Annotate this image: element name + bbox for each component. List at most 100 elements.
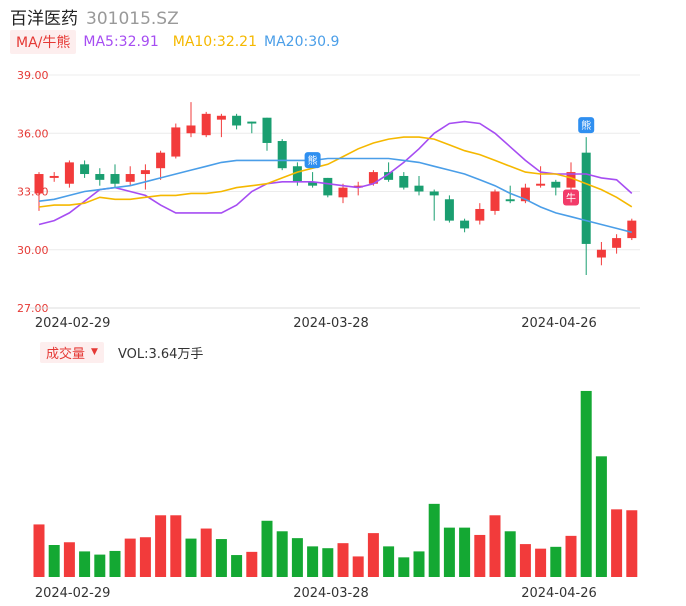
volume-bar bbox=[428, 503, 440, 577]
stock-kline-screen: 百洋医药 301015.SZ MA/牛熊 MA5:32.91 MA10:32.2… bbox=[0, 0, 686, 606]
volume-chart[interactable]: 2024-02-29 2024-03-28 2024-04-26 bbox=[0, 370, 686, 606]
candle-body bbox=[536, 183, 546, 186]
volume-bar bbox=[291, 538, 303, 577]
volume-bar bbox=[94, 554, 106, 577]
x-tick-label: 2024-04-26 bbox=[521, 316, 597, 330]
candle-body bbox=[80, 164, 90, 175]
volume-bar bbox=[535, 548, 547, 577]
candle-body bbox=[414, 185, 424, 192]
volume-bar bbox=[215, 539, 227, 577]
caret-down-icon: ▼ bbox=[91, 347, 98, 357]
bear-marker-icon: 熊 bbox=[578, 117, 595, 134]
volume-bar bbox=[276, 531, 288, 577]
volume-indicator-button[interactable]: 成交量 ▼ bbox=[40, 341, 104, 363]
candle-body bbox=[49, 175, 59, 178]
volume-bar bbox=[155, 515, 167, 577]
volume-bar bbox=[611, 509, 623, 577]
candle-body bbox=[95, 174, 105, 180]
volume-bar bbox=[337, 543, 349, 577]
price-chart[interactable]: 39.0036.0033.0030.0027.00熊熊牛2024-02-29 20… bbox=[0, 60, 686, 330]
svg-text:熊: 熊 bbox=[308, 154, 318, 167]
candle-body bbox=[232, 115, 242, 126]
x-tick-label: 2024-04-26 bbox=[521, 586, 597, 601]
candle-body bbox=[323, 177, 333, 196]
candle-body bbox=[262, 117, 272, 143]
volume-bar bbox=[383, 546, 395, 577]
volume-bar bbox=[79, 551, 91, 577]
candle-body bbox=[551, 181, 561, 188]
volume-bar bbox=[200, 528, 212, 577]
volume-bar bbox=[109, 550, 121, 577]
volume-bar bbox=[261, 520, 273, 577]
candle-body bbox=[444, 199, 454, 221]
candle-body bbox=[505, 199, 515, 202]
y-tick-label: 39.00 bbox=[17, 69, 49, 82]
x-tick-label: 2024-02-29 bbox=[35, 586, 111, 601]
x-tick-label: 2024-03-28 bbox=[293, 316, 369, 330]
candle-body bbox=[460, 220, 470, 229]
candle-body bbox=[140, 170, 150, 175]
candle-body bbox=[338, 187, 348, 198]
volume-bar bbox=[398, 557, 410, 577]
y-tick-label: 30.00 bbox=[17, 244, 49, 257]
candle-body bbox=[201, 113, 211, 136]
candle-body bbox=[277, 141, 287, 169]
volume-bar bbox=[550, 546, 562, 577]
ma10-label: MA10:32.21 bbox=[172, 34, 258, 50]
candle-body bbox=[627, 220, 637, 239]
volume-bar bbox=[595, 456, 607, 577]
candle-body bbox=[216, 115, 226, 120]
volume-bar bbox=[124, 538, 136, 577]
candle-body bbox=[581, 152, 591, 244]
ma20-line bbox=[38, 157, 632, 234]
volume-bar bbox=[367, 533, 379, 577]
volume-bar bbox=[443, 527, 455, 577]
volume-value: VOL:3.64万手 bbox=[117, 346, 204, 362]
x-tick-label: 2024-02-29 bbox=[35, 316, 111, 330]
volume-bar bbox=[580, 390, 592, 577]
svg-text:牛: 牛 bbox=[566, 192, 576, 205]
candle-body bbox=[399, 175, 409, 188]
volume-bar bbox=[231, 555, 243, 577]
candle-body bbox=[186, 125, 196, 134]
volume-bar bbox=[322, 548, 334, 577]
candle-body bbox=[34, 174, 44, 194]
volume-bar bbox=[185, 538, 197, 577]
y-tick-label: 36.00 bbox=[17, 127, 49, 140]
volume-bar bbox=[33, 524, 45, 577]
svg-text:熊: 熊 bbox=[581, 119, 591, 132]
ma20-label: MA20:30.9 bbox=[264, 34, 340, 50]
volume-bar bbox=[413, 551, 425, 577]
ma-indicator-button[interactable]: MA/牛熊 bbox=[10, 30, 77, 54]
volume-bar bbox=[565, 535, 577, 577]
ma5-line bbox=[38, 120, 633, 226]
ma5-label: MA5:32.91 bbox=[83, 34, 159, 50]
stock-name: 百洋医药 bbox=[10, 9, 78, 29]
volume-bar bbox=[170, 515, 182, 577]
candle-body bbox=[475, 208, 485, 221]
candle-body bbox=[64, 162, 74, 184]
volume-bar bbox=[626, 510, 638, 577]
candle-body bbox=[429, 191, 439, 196]
stock-code: 301015.SZ bbox=[86, 9, 179, 29]
candle-body bbox=[171, 127, 181, 157]
stock-header: 百洋医药 301015.SZ bbox=[10, 4, 179, 29]
volume-bar bbox=[352, 556, 364, 577]
candle-body bbox=[156, 152, 166, 169]
x-tick-label: 2024-03-28 bbox=[293, 586, 369, 601]
bear-marker-icon: 熊 bbox=[304, 152, 321, 169]
volume-bar bbox=[139, 537, 151, 577]
volume-bar bbox=[519, 544, 531, 577]
candle-body bbox=[125, 174, 135, 182]
y-tick-label: 33.00 bbox=[17, 186, 49, 199]
ma-legend: MA/牛熊 MA5:32.91 MA10:32.21 MA20:30.9 bbox=[10, 30, 339, 54]
volume-bar bbox=[489, 515, 501, 577]
volume-bar bbox=[459, 527, 471, 577]
volume-bar bbox=[48, 545, 60, 577]
volume-bar bbox=[246, 551, 258, 577]
volume-bar bbox=[474, 534, 486, 577]
candle-body bbox=[596, 249, 606, 258]
candle-body bbox=[612, 238, 622, 248]
candle-body bbox=[247, 121, 257, 124]
bull-marker-icon: 牛 bbox=[563, 189, 579, 206]
